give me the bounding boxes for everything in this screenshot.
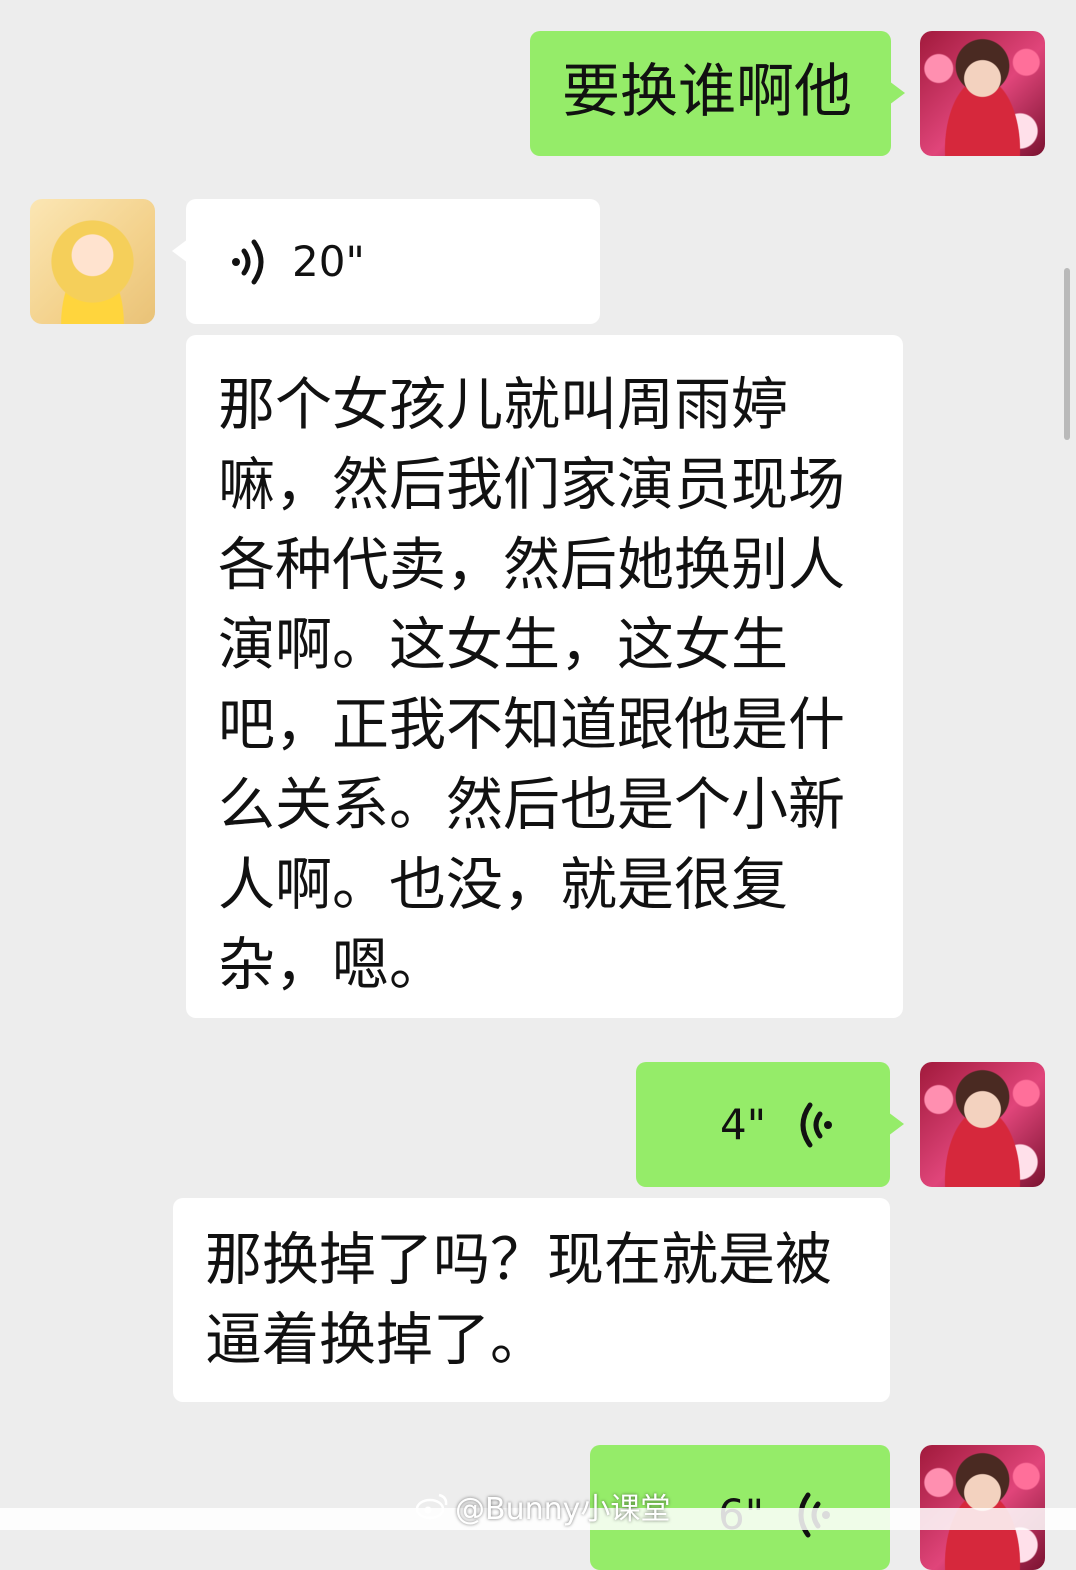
- watermark-text: @Bunny小课堂: [455, 1492, 671, 1527]
- message-bubble-self[interactable]: 要换谁啊他: [530, 31, 905, 156]
- transcript-line: 那个女孩儿就叫周雨婷: [218, 372, 788, 438]
- voice-duration: 4": [720, 1099, 767, 1149]
- transcript-bubble-other[interactable]: 那个女孩儿就叫周雨婷 嘛，然后我们家演员现场 各种代卖，然后她换别人 演啊。这女…: [186, 335, 903, 1018]
- message-text: 要换谁啊他: [562, 57, 853, 125]
- transcript-line: 逼着换掉了。: [205, 1307, 547, 1373]
- watermark: @Bunny小课堂: [415, 1484, 670, 1528]
- transcript-line: 人啊。也没，就是很复: [218, 852, 788, 918]
- transcript-line: 吧，正我不知道跟他是什: [218, 692, 845, 758]
- transcript-line: 杂，嗯。: [218, 932, 446, 998]
- voice-message-other[interactable]: 20": [172, 199, 600, 324]
- avatar-self[interactable]: [920, 31, 1045, 156]
- transcript-line: 么关系。然后也是个小新: [218, 772, 845, 838]
- transcript-line: 嘛，然后我们家演员现场: [218, 452, 845, 518]
- transcript-line: 那换掉了吗？现在就是被: [205, 1227, 832, 1293]
- transcript-line: 各种代卖，然后她换别人: [218, 532, 845, 598]
- voice-wave-icon: [232, 239, 264, 284]
- voice-message-self[interactable]: 4": [636, 1062, 904, 1187]
- voice-wave-icon: [800, 1102, 833, 1147]
- scrollbar[interactable]: [1064, 268, 1070, 440]
- weibo-icon: [415, 1493, 448, 1520]
- transcript-line: 演啊。这女生，这女生: [218, 612, 788, 678]
- voice-duration: 20": [292, 236, 365, 286]
- avatar-other[interactable]: [30, 199, 155, 324]
- transcript-bubble-other[interactable]: 那换掉了吗？现在就是被 逼着换掉了。: [173, 1198, 890, 1402]
- avatar-self[interactable]: [920, 1062, 1045, 1187]
